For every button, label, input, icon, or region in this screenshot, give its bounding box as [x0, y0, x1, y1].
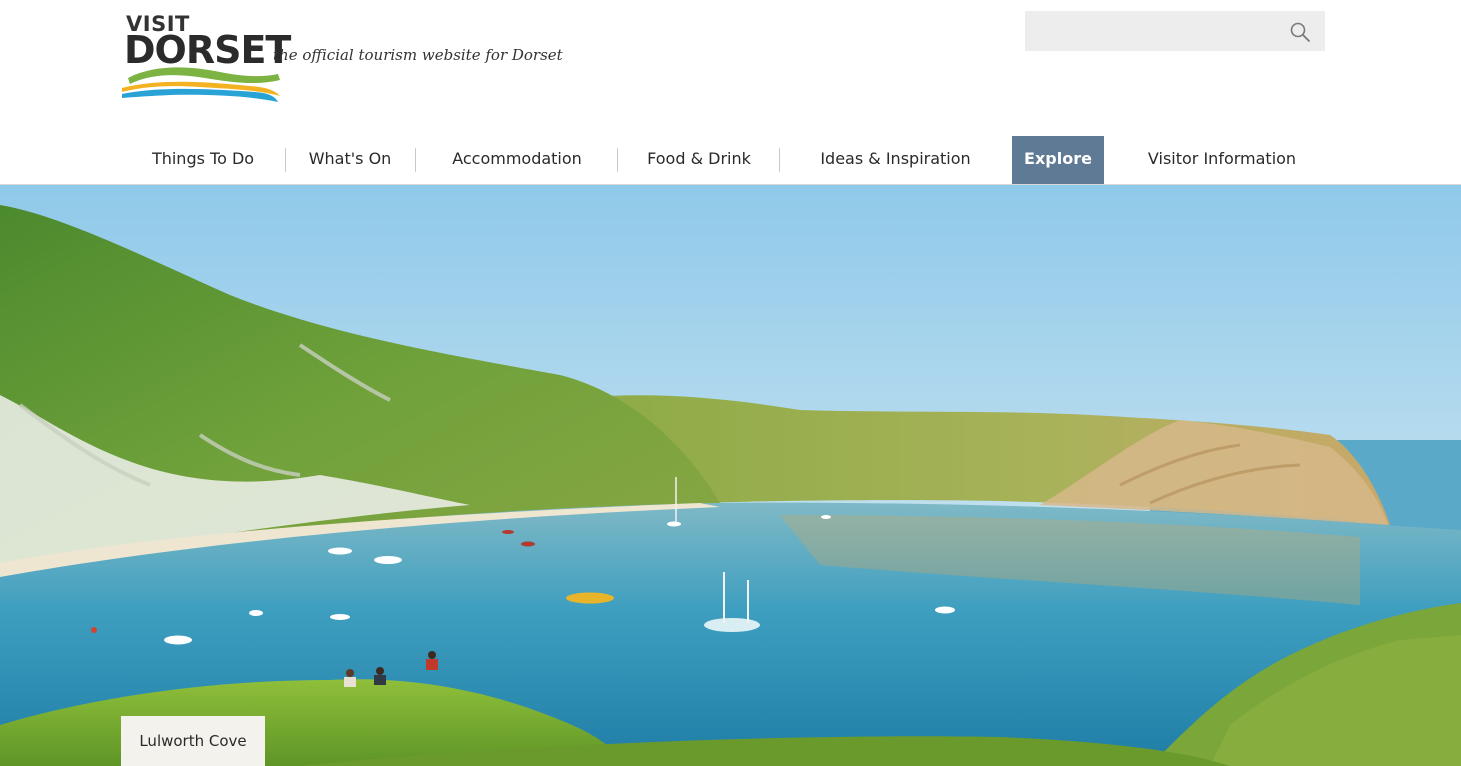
nav-item-food-drink[interactable]: Food & Drink	[632, 136, 766, 184]
main-navigation: Things To Do What's On Accommodation Foo…	[0, 136, 1461, 184]
hero-caption: Lulworth Cove	[121, 716, 265, 766]
search-icon[interactable]	[1289, 21, 1311, 43]
visit-dorset-logo[interactable]: VISIT DORSET the official tourism websit…	[120, 10, 563, 102]
lulworth-cove-photo	[0, 185, 1461, 766]
search-box	[1025, 11, 1325, 51]
site-header: VISIT DORSET the official tourism websit…	[0, 0, 1461, 184]
hero-image	[0, 185, 1461, 766]
nav-divider	[415, 148, 416, 172]
nav-divider	[779, 148, 780, 172]
nav-item-visitor-information[interactable]: Visitor Information	[1134, 136, 1310, 184]
logo-tagline: the official tourism website for Dorset	[273, 46, 563, 64]
nav-item-things-to-do[interactable]: Things To Do	[136, 136, 270, 184]
nav-item-accommodation[interactable]: Accommodation	[436, 136, 598, 184]
nav-divider	[285, 148, 286, 172]
nav-item-whats-on[interactable]: What's On	[296, 136, 404, 184]
nav-divider	[617, 148, 618, 172]
nav-item-ideas-inspiration[interactable]: Ideas & Inspiration	[804, 136, 987, 184]
logo-waves-icon	[122, 67, 280, 102]
search-input[interactable]	[1025, 11, 1275, 51]
nav-item-explore[interactable]: Explore	[1012, 136, 1104, 184]
